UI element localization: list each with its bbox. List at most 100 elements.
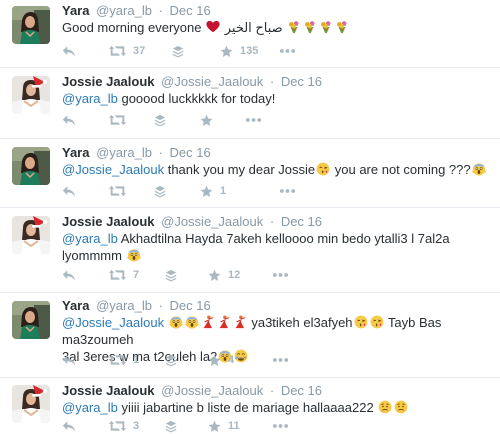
favorite-button[interactable] <box>200 112 213 128</box>
reply-button[interactable] <box>62 418 76 434</box>
tweet-username[interactable]: @yara_lb <box>96 3 152 18</box>
worried-emoji-icon <box>394 400 408 414</box>
tweet[interactable]: Yara @yara_lb · Dec 16 @Jossie_Jaalouk y… <box>0 293 500 378</box>
favorite-count: 11 <box>228 420 240 432</box>
retweet-button[interactable] <box>109 183 126 199</box>
worried-emoji-icon <box>378 400 392 414</box>
tweet[interactable]: Jossie Jaalouk @Jossie_Jaalouk · Dec 16 … <box>0 378 500 434</box>
bouquet-emoji-icon <box>335 20 349 34</box>
mention-link[interactable]: @yara_lb <box>62 231 118 246</box>
avatar[interactable] <box>12 301 50 339</box>
avatar[interactable] <box>12 147 50 185</box>
tweet-fullname[interactable]: Jossie Jaalouk <box>62 383 155 398</box>
more-button[interactable] <box>272 418 289 434</box>
more-button[interactable] <box>279 183 296 199</box>
tweet-timestamp[interactable]: Dec 16 <box>281 214 322 229</box>
save-button[interactable] <box>154 183 166 199</box>
more-button[interactable] <box>272 352 289 368</box>
favorite-icon <box>200 185 213 198</box>
favorite-count: 12 <box>228 269 241 281</box>
retweet-count: 1 <box>133 354 140 366</box>
kiss-emoji-icon <box>316 162 330 176</box>
favorite-count: 4 <box>228 354 235 366</box>
retweet-button[interactable]: 7 <box>109 267 139 283</box>
tweet[interactable]: Jossie Jaalouk @Jossie_Jaalouk · Dec 16 … <box>0 68 500 139</box>
more-button[interactable] <box>245 112 262 128</box>
mention-link[interactable]: @yara_lb <box>62 400 118 415</box>
tweet-text: @Jossie_Jaalouk thank you my dear Jossie… <box>62 161 492 178</box>
save-icon <box>154 114 166 127</box>
tweet-timestamp[interactable]: Dec 16 <box>170 298 211 313</box>
save-icon <box>172 45 184 58</box>
tweet-timestamp[interactable]: Dec 16 <box>281 383 322 398</box>
reply-button[interactable] <box>62 352 76 368</box>
favorite-button[interactable]: 1 <box>200 183 226 199</box>
retweet-button[interactable] <box>109 112 126 128</box>
save-button[interactable] <box>172 43 184 59</box>
tweet[interactable]: Yara @yara_lb · Dec 16 Good morning ever… <box>0 0 500 68</box>
retweet-icon <box>109 185 126 197</box>
retweet-button[interactable]: 1 <box>109 352 139 368</box>
retweet-icon <box>109 420 126 432</box>
avatar[interactable] <box>12 76 50 114</box>
tweet-fullname[interactable]: Jossie Jaalouk <box>62 74 155 89</box>
avatar[interactable] <box>12 216 50 254</box>
retweet-count: 37 <box>133 45 146 57</box>
reply-button[interactable] <box>62 43 76 59</box>
reply-button[interactable] <box>62 267 76 283</box>
tweet-username[interactable]: @Jossie_Jaalouk <box>161 383 263 398</box>
avatar[interactable] <box>12 6 50 44</box>
avatar[interactable] <box>12 385 50 423</box>
tweet-timestamp[interactable]: Dec 16 <box>281 74 322 89</box>
tweet[interactable]: Jossie Jaalouk @Jossie_Jaalouk · Dec 16 … <box>0 208 500 293</box>
reply-button[interactable] <box>62 112 76 128</box>
kiss-emoji-icon <box>354 315 368 329</box>
tweet-text: @yara_lb gooood luckkkkk for today! <box>62 90 492 107</box>
tweet-username[interactable]: @Jossie_Jaalouk <box>161 74 263 89</box>
more-button[interactable] <box>272 267 289 283</box>
reply-button[interactable] <box>62 183 76 199</box>
tweet-username[interactable]: @yara_lb <box>96 145 152 160</box>
reply-icon <box>62 114 76 127</box>
mention-link[interactable]: @Jossie_Jaalouk <box>62 315 164 330</box>
favorite-button[interactable]: 4 <box>208 352 234 368</box>
favorite-button[interactable]: 11 <box>208 418 240 434</box>
tweet[interactable]: Yara @yara_lb · Dec 16 @Jossie_Jaalouk t… <box>0 139 500 208</box>
tweet-text-part: Good morning everyone <box>62 20 202 35</box>
save-button[interactable] <box>165 418 177 434</box>
more-icon <box>245 117 262 123</box>
tweet-fullname[interactable]: Yara <box>62 145 89 160</box>
separator-dot: · <box>269 74 275 89</box>
save-icon <box>165 354 177 367</box>
tweet-text: @yara_lb yiiii jabartine b liste de mari… <box>62 399 492 416</box>
save-button[interactable] <box>154 112 166 128</box>
heart-emoji-icon <box>206 20 220 34</box>
more-icon <box>279 48 296 54</box>
tweet-timestamp[interactable]: Dec 16 <box>170 3 211 18</box>
retweet-count: 3 <box>133 420 140 432</box>
retweet-button[interactable]: 37 <box>109 43 145 59</box>
separator-dot: · <box>158 3 163 18</box>
favorite-button[interactable]: 12 <box>208 267 240 283</box>
tweet-username[interactable]: @yara_lb <box>96 298 152 313</box>
kiss-emoji-icon <box>370 315 384 329</box>
tweet-timestamp[interactable]: Dec 16 <box>170 145 211 160</box>
tweet-text-arabic: صباح الخير <box>224 20 283 35</box>
tweet-fullname[interactable]: Yara <box>62 298 89 313</box>
retweet-button[interactable]: 3 <box>109 418 139 434</box>
tweet-username[interactable]: @Jossie_Jaalouk <box>161 214 263 229</box>
save-button[interactable] <box>165 352 177 368</box>
save-button[interactable] <box>165 267 177 283</box>
mention-link[interactable]: @Jossie_Jaalouk <box>62 162 164 177</box>
mention-link[interactable]: @yara_lb <box>62 91 118 106</box>
favorite-button[interactable]: 135 <box>220 43 258 59</box>
timeline: Yara @yara_lb · Dec 16 Good morning ever… <box>0 0 500 434</box>
tweet-text: Good morning everyone صباح الخير <box>62 19 492 36</box>
save-icon <box>154 185 166 198</box>
separator-dot: · <box>269 214 275 229</box>
more-button[interactable] <box>279 43 296 59</box>
bouquet-emoji-icon <box>303 20 317 34</box>
tweet-fullname[interactable]: Jossie Jaalouk <box>62 214 155 229</box>
dancer-emoji-icon <box>201 315 215 329</box>
tweet-fullname[interactable]: Yara <box>62 3 89 18</box>
